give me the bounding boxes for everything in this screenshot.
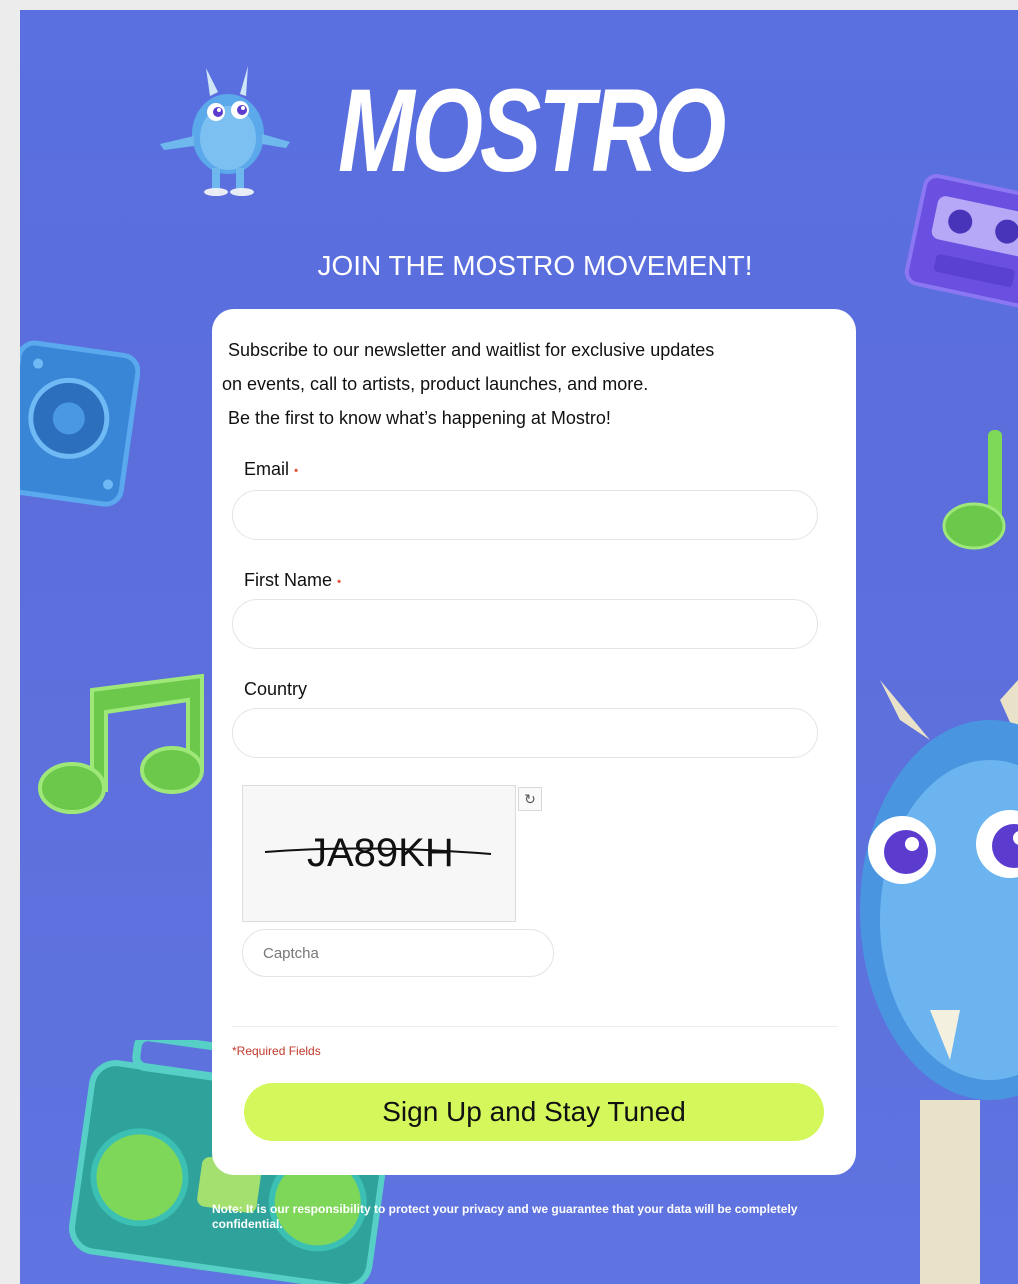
captcha-input-wrapper bbox=[242, 929, 554, 977]
privacy-note: Note: It is our responsibility to protec… bbox=[212, 1202, 798, 1231]
first-name-label-text: First Name bbox=[244, 570, 333, 590]
required-fields-note: *Required Fields bbox=[232, 1044, 321, 1058]
music-notes-left-image bbox=[38, 673, 204, 814]
first-name-field[interactable] bbox=[233, 600, 817, 648]
country-label: Country bbox=[244, 679, 307, 700]
sign-up-button[interactable]: Sign Up and Stay Tuned bbox=[244, 1083, 824, 1141]
first-name-field-wrapper bbox=[232, 599, 818, 649]
intro-line-2: on events, call to artists, product laun… bbox=[222, 374, 649, 394]
first-name-required-marker: • bbox=[337, 574, 342, 589]
mostro-logo: MOSTRO bbox=[338, 65, 726, 197]
email-label-text: Email bbox=[244, 459, 290, 479]
captcha-text: JA89KH bbox=[307, 831, 454, 875]
mascot-large-image bbox=[860, 680, 1018, 1284]
country-field[interactable] bbox=[233, 709, 817, 757]
intro-line-3: Be the first to know what’s happening at… bbox=[228, 408, 611, 428]
music-note-right-image bbox=[942, 430, 1006, 550]
email-label: Email • bbox=[244, 459, 298, 480]
form-divider bbox=[232, 1026, 838, 1027]
mascot-small-image bbox=[160, 66, 290, 196]
captcha-refresh-icon[interactable]: ↻ bbox=[518, 787, 542, 811]
page-background: MOSTRO JOIN THE MOSTRO MOVEMENT! Subscri… bbox=[20, 10, 1018, 1284]
page-headline: JOIN THE MOSTRO MOVEMENT! bbox=[317, 250, 753, 281]
first-name-label: First Name • bbox=[244, 570, 341, 591]
intro-line-1: Subscribe to our newsletter and waitlist… bbox=[228, 340, 715, 360]
country-field-wrapper bbox=[232, 708, 818, 758]
cassette-tape-image bbox=[904, 173, 1018, 309]
speaker-image bbox=[20, 340, 140, 507]
country-label-text: Country bbox=[244, 679, 308, 699]
email-required-marker: • bbox=[294, 463, 299, 478]
email-field-wrapper bbox=[232, 490, 818, 540]
captcha-image: JA89KH bbox=[242, 785, 516, 922]
email-field[interactable] bbox=[233, 491, 817, 539]
signup-form-card: Subscribe to our newsletter and waitlist… bbox=[212, 309, 856, 1175]
captcha-input[interactable] bbox=[243, 930, 553, 976]
intro-text: Subscribe to our newsletter and waitlist… bbox=[222, 333, 842, 435]
